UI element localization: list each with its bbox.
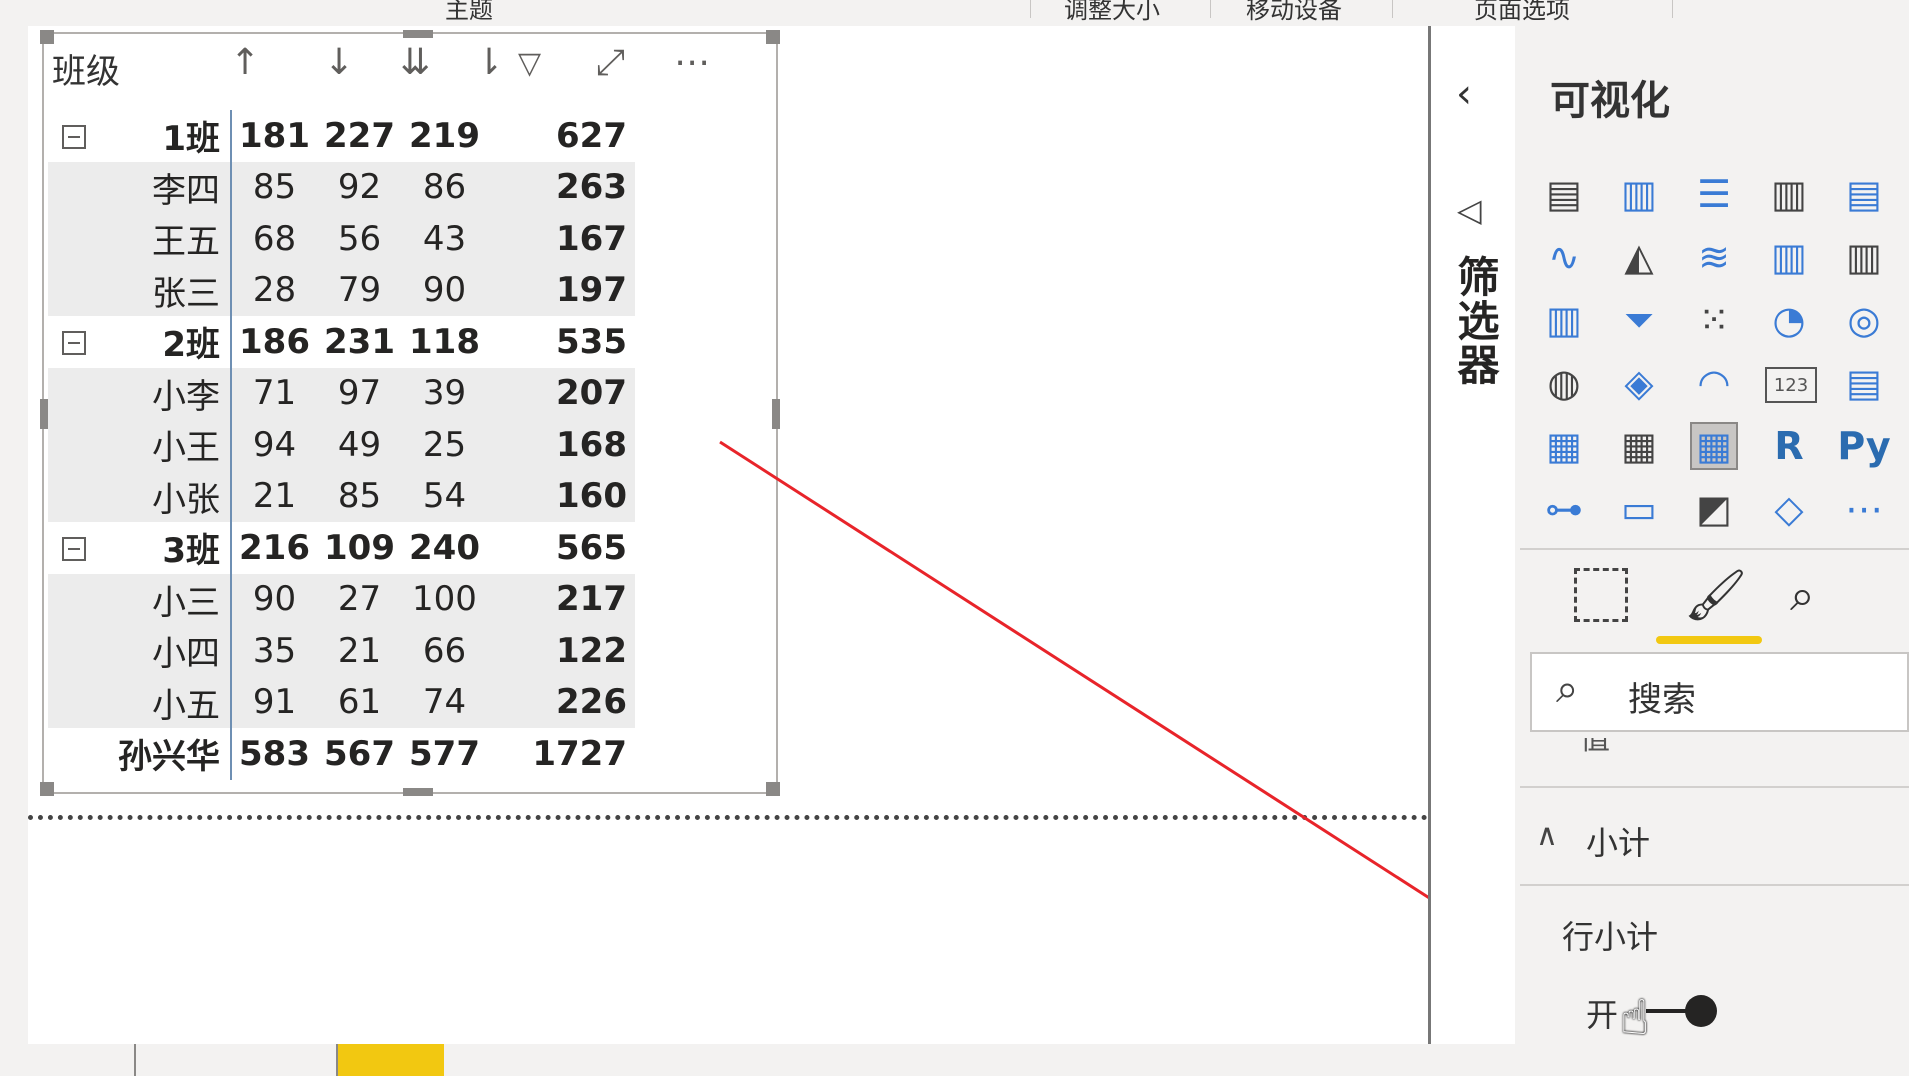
r-visual-icon[interactable]: R bbox=[1765, 422, 1813, 470]
chevron-up-icon[interactable]: ∧ bbox=[1536, 818, 1558, 853]
decomposition-tree-icon[interactable]: ⊶ bbox=[1540, 485, 1588, 533]
map-icon[interactable]: ◍ bbox=[1540, 359, 1588, 407]
scatter-icon[interactable]: ⁙ bbox=[1690, 296, 1738, 344]
donut-icon[interactable]: ◎ bbox=[1840, 296, 1888, 344]
stacked-area-icon[interactable]: ≋ bbox=[1690, 233, 1738, 281]
row-subtotals-label: 行小计 bbox=[1562, 918, 1659, 956]
section-divider bbox=[1520, 884, 1909, 886]
python-visual-icon[interactable]: Py bbox=[1837, 422, 1890, 470]
filter-funnel-icon: ◁ bbox=[1457, 191, 1482, 229]
clustered-column-icon[interactable]: ▥ bbox=[1765, 170, 1813, 218]
clustered-bar-icon[interactable]: ☰ bbox=[1690, 170, 1738, 218]
add-page-button[interactable] bbox=[338, 1044, 444, 1076]
fields-icon[interactable] bbox=[1574, 568, 1628, 622]
line-column-icon[interactable]: ▥ bbox=[1765, 233, 1813, 281]
values-section-partial[interactable]: 值 bbox=[1580, 738, 1610, 756]
filters-pane-label[interactable]: 筛选器 bbox=[1445, 255, 1506, 387]
qa-icon[interactable]: ▭ bbox=[1615, 485, 1663, 533]
table-icon[interactable]: ▦ bbox=[1615, 422, 1663, 470]
gallery-divider bbox=[1520, 548, 1909, 550]
shape-map-icon[interactable]: ◩ bbox=[1690, 485, 1738, 533]
section-divider bbox=[1520, 786, 1909, 788]
toggle-state-label: 开 bbox=[1586, 996, 1619, 1034]
more-visuals-icon[interactable]: ⋯ bbox=[1840, 485, 1888, 533]
stacked-bar-icon[interactable]: ▤ bbox=[1540, 170, 1588, 218]
format-search-box[interactable]: ⌕ 搜索 bbox=[1530, 652, 1909, 732]
100-bar-icon[interactable]: ▤ bbox=[1840, 170, 1888, 218]
search-input[interactable]: 搜索 bbox=[1628, 672, 1696, 721]
filled-map-icon[interactable]: ◈ bbox=[1615, 359, 1663, 407]
area-chart-icon[interactable]: ◭ bbox=[1615, 233, 1663, 281]
multi-row-card-icon[interactable]: ▤ bbox=[1840, 359, 1888, 407]
format-icon[interactable]: 🖌 bbox=[1684, 566, 1747, 625]
pie-chart-icon[interactable]: ◔ bbox=[1765, 296, 1813, 344]
chevron-left-icon[interactable]: ‹ bbox=[1456, 71, 1472, 117]
key-influencers-icon[interactable]: ◇ bbox=[1765, 485, 1813, 533]
slicer-icon[interactable]: ▦ bbox=[1540, 422, 1588, 470]
analytics-icon[interactable]: ⌕ bbox=[1790, 570, 1815, 621]
visualizations-title: 可视化 bbox=[1550, 78, 1670, 124]
card-icon[interactable]: 123 bbox=[1765, 367, 1817, 403]
search-icon: ⌕ bbox=[1556, 666, 1579, 712]
stacked-column-icon[interactable]: ▥ bbox=[1615, 170, 1663, 218]
ribbon-chart-icon[interactable]: ▥ bbox=[1540, 296, 1588, 344]
tab-separator bbox=[134, 1044, 136, 1076]
filters-pane[interactable]: ‹ ◁ bbox=[1431, 26, 1515, 1076]
gauge-icon[interactable]: ◠ bbox=[1690, 359, 1738, 407]
subtotals-section-header[interactable]: 小计 bbox=[1586, 818, 1650, 864]
active-tab-indicator bbox=[1656, 636, 1762, 644]
line-chart-icon[interactable]: ∿ bbox=[1540, 233, 1588, 281]
page-tabs-bar bbox=[28, 1044, 1515, 1076]
line-stacked-column-icon[interactable]: ▥ bbox=[1840, 233, 1888, 281]
funnel-icon[interactable]: ⏷ bbox=[1615, 296, 1663, 344]
matrix-icon[interactable]: ▦ bbox=[1690, 422, 1738, 470]
toggle-knob[interactable] bbox=[1685, 995, 1717, 1027]
hand-cursor-icon: ☝ bbox=[1620, 990, 1650, 1046]
